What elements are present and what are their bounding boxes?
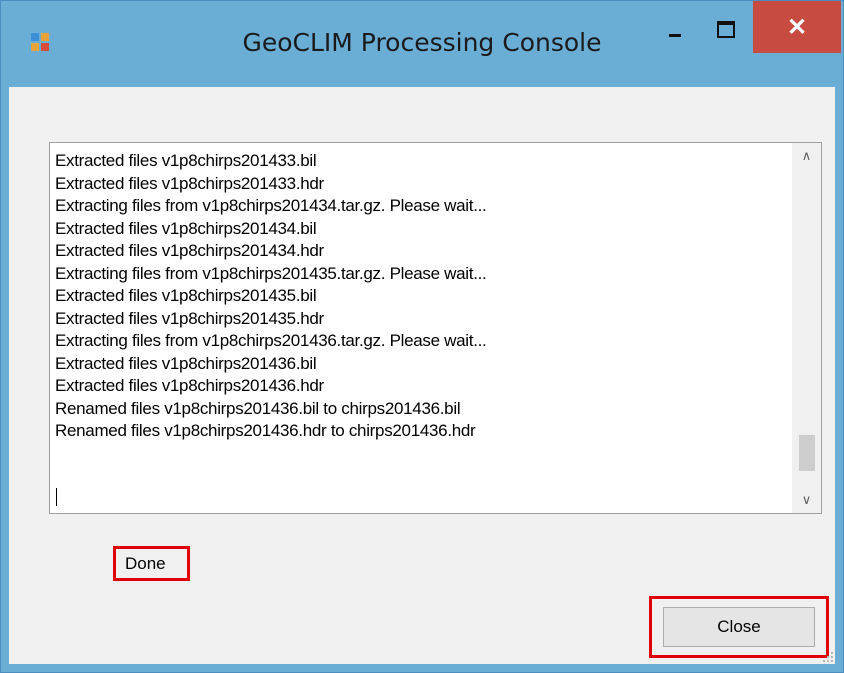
log-line: Extracting files from v1p8chirps201436.t… (55, 331, 487, 350)
log-textbox[interactable]: Extracted files v1p8chirps201433.bil Extr… (49, 142, 822, 514)
maximize-button[interactable] (701, 1, 751, 57)
scroll-thumb[interactable] (799, 435, 815, 471)
log-line: Renamed files v1p8chirps201436.bil to ch… (55, 398, 461, 418)
resize-grip-icon[interactable] (821, 650, 833, 662)
title-bar[interactable]: GeoCLIM Processing Console ✕ (1, 1, 843, 87)
minimize-button[interactable] (651, 1, 699, 57)
close-icon: ✕ (786, 13, 808, 41)
close-button[interactable]: Close (663, 607, 815, 647)
log-line: Extracted files v1p8chirps201434.hdr (55, 241, 324, 260)
log-line: Extracting files from v1p8chirps201434.t… (55, 196, 487, 215)
scroll-up-icon[interactable]: ∧ (792, 143, 821, 169)
log-line: Extracted files v1p8chirps201435.bil (55, 286, 317, 305)
log-line: Extracted files v1p8chirps201436.bil (55, 353, 317, 373)
vertical-scrollbar[interactable]: ∧ ∨ (792, 143, 821, 513)
close-window-button[interactable]: ✕ (753, 1, 841, 53)
log-line: Extracted files v1p8chirps201433.hdr (55, 173, 324, 193)
scroll-down-icon[interactable]: ∨ (792, 487, 821, 513)
done-highlight-box: Done (113, 546, 190, 581)
maximize-icon (717, 20, 735, 38)
log-line: Extracted files v1p8chirps201435.hdr (55, 308, 324, 328)
log-line: Extracted files v1p8chirps201433.bil (55, 151, 317, 170)
log-line: Extracted files v1p8chirps201434.bil (55, 218, 317, 238)
main-window: GeoCLIM Processing Console ✕ Extracted f… (0, 0, 844, 673)
log-line: Extracted files v1p8chirps201436.hdr (55, 376, 324, 395)
text-caret (56, 488, 57, 506)
log-line: Extracting files from v1p8chirps201435.t… (55, 263, 487, 283)
log-lines: Extracted files v1p8chirps201433.bil Extr… (55, 150, 775, 443)
close-highlight-box: Close (649, 596, 829, 658)
client-area: Extracted files v1p8chirps201433.bil Extr… (9, 87, 835, 664)
log-line: Renamed files v1p8chirps201436.hdr to ch… (55, 421, 476, 440)
status-label: Done (125, 554, 166, 573)
minimize-icon (669, 33, 681, 37)
